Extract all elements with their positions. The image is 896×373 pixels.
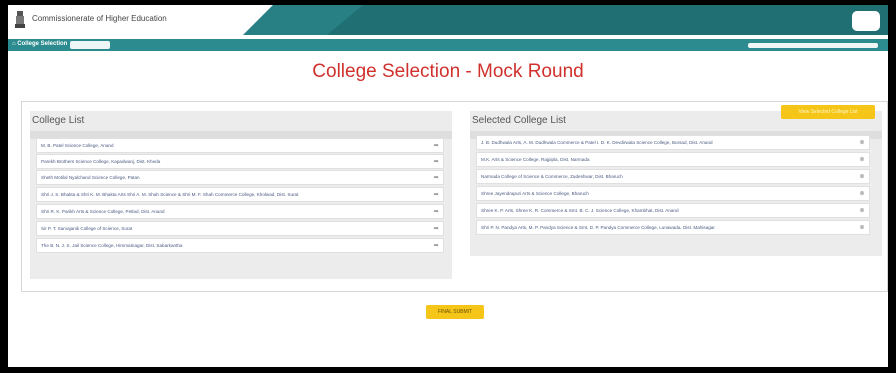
college-list-item[interactable]: Sheth Motilal Nyalchand Science College,… bbox=[36, 170, 444, 185]
selected-college-item[interactable]: Narmada College of Science & Commerce, Z… bbox=[476, 169, 870, 184]
breadcrumb-redacted bbox=[70, 41, 110, 49]
college-list-item[interactable]: Shri J. S. Bhakta & Shri K. M. Bhakta Ar… bbox=[36, 187, 444, 202]
header-decoration bbox=[243, 5, 888, 35]
selected-college-item[interactable]: J. B. Dudhwala Arts, A. M. Dudhwala Comm… bbox=[476, 135, 870, 150]
breadcrumb-bar: College Selection bbox=[8, 39, 888, 51]
remove-icon[interactable]: ⊗ bbox=[855, 156, 869, 163]
remove-icon[interactable]: ⊗ bbox=[855, 173, 869, 180]
college-name: Shree Jayendrapuri Arts & Science Colleg… bbox=[481, 191, 589, 196]
arrow-right-icon[interactable]: ➡ bbox=[429, 242, 443, 249]
college-name: Parekh Brothers Science College, Kapadwa… bbox=[41, 159, 161, 164]
arrow-right-icon[interactable]: ➡ bbox=[429, 142, 443, 149]
college-list-item[interactable]: Sir P. T. Sarvajanik College of Science,… bbox=[36, 221, 444, 236]
remove-icon[interactable]: ⊗ bbox=[855, 139, 869, 146]
remove-icon[interactable]: ⊗ bbox=[855, 207, 869, 214]
college-name: Shri J. S. Bhakta & Shri K. M. Bhakta Ar… bbox=[41, 192, 299, 197]
college-name: Shree K. P. Arts, Shree K. R. Commerce &… bbox=[481, 208, 679, 213]
selected-college-item[interactable]: Shri P. N. Pandya Arts, M. P. Pandya Sci… bbox=[476, 220, 870, 235]
college-name: Sheth Motilal Nyalchand Science College,… bbox=[41, 175, 140, 180]
college-list-item[interactable]: Parekh Brothers Science College, Kapadwa… bbox=[36, 154, 444, 169]
college-name: Narmada College of Science & Commerce, Z… bbox=[481, 174, 623, 179]
page-title: College Selection - Mock Round bbox=[312, 61, 584, 82]
college-list-item[interactable]: M. B. Patel Science College, Anand ➡ bbox=[36, 138, 444, 153]
arrow-right-icon[interactable]: ➡ bbox=[429, 158, 443, 165]
view-selected-college-list-button[interactable]: View Selected College List bbox=[781, 105, 875, 119]
arrow-right-icon[interactable]: ➡ bbox=[429, 225, 443, 232]
college-name: Sir P. T. Sarvajanik College of Science,… bbox=[41, 226, 133, 231]
arrow-right-icon[interactable]: ➡ bbox=[429, 174, 443, 181]
college-name: J. B. Dudhwala Arts, A. M. Dudhwala Comm… bbox=[481, 140, 713, 145]
selected-college-list-panel: Selected College List J. B. Dudhwala Art… bbox=[470, 111, 882, 256]
user-menu[interactable] bbox=[852, 11, 880, 31]
selected-college-item[interactable]: Shree Jayendrapuri Arts & Science Colleg… bbox=[476, 186, 870, 201]
final-submit-button[interactable]: FINAL SUBMIT bbox=[426, 305, 484, 319]
remove-icon[interactable]: ⊗ bbox=[855, 190, 869, 197]
selected-college-item[interactable]: M.K. Arts & Science College, Rajpipla, D… bbox=[476, 152, 870, 167]
college-list-item[interactable]: Shri R. K. Parikh Arts & Science College… bbox=[36, 204, 444, 219]
arrow-right-icon[interactable]: ➡ bbox=[429, 208, 443, 215]
user-info-redacted bbox=[748, 43, 878, 48]
college-list-item[interactable]: The B. N. J. S. Jail Science College, Hi… bbox=[36, 238, 444, 253]
college-name: M. B. Patel Science College, Anand bbox=[41, 143, 114, 148]
app-window: Commissionerate of Higher Education Coll… bbox=[8, 5, 888, 367]
college-name: M.K. Arts & Science College, Rajpipla, D… bbox=[481, 157, 590, 162]
college-name: The B. N. J. S. Jail Science College, Hi… bbox=[41, 243, 183, 248]
breadcrumb-college-selection[interactable]: College Selection bbox=[12, 41, 67, 47]
state-emblem-icon bbox=[15, 11, 25, 28]
college-list-title: College List bbox=[32, 115, 85, 126]
brand-name[interactable]: Commissionerate of Higher Education bbox=[32, 14, 167, 23]
college-list-panel: College List M. B. Patel Science College… bbox=[30, 111, 452, 279]
selected-college-item[interactable]: Shree K. P. Arts, Shree K. R. Commerce &… bbox=[476, 203, 870, 218]
site-header: Commissionerate of Higher Education bbox=[8, 5, 888, 35]
selected-college-list-title: Selected College List bbox=[472, 115, 566, 126]
arrow-right-icon[interactable]: ➡ bbox=[429, 191, 443, 198]
college-name: Shri P. N. Pandya Arts, M. P. Pandya Sci… bbox=[481, 225, 715, 230]
remove-icon[interactable]: ⊗ bbox=[855, 224, 869, 231]
selection-panel: College List M. B. Patel Science College… bbox=[21, 101, 888, 292]
college-name: Shri R. K. Parikh Arts & Science College… bbox=[41, 209, 165, 214]
